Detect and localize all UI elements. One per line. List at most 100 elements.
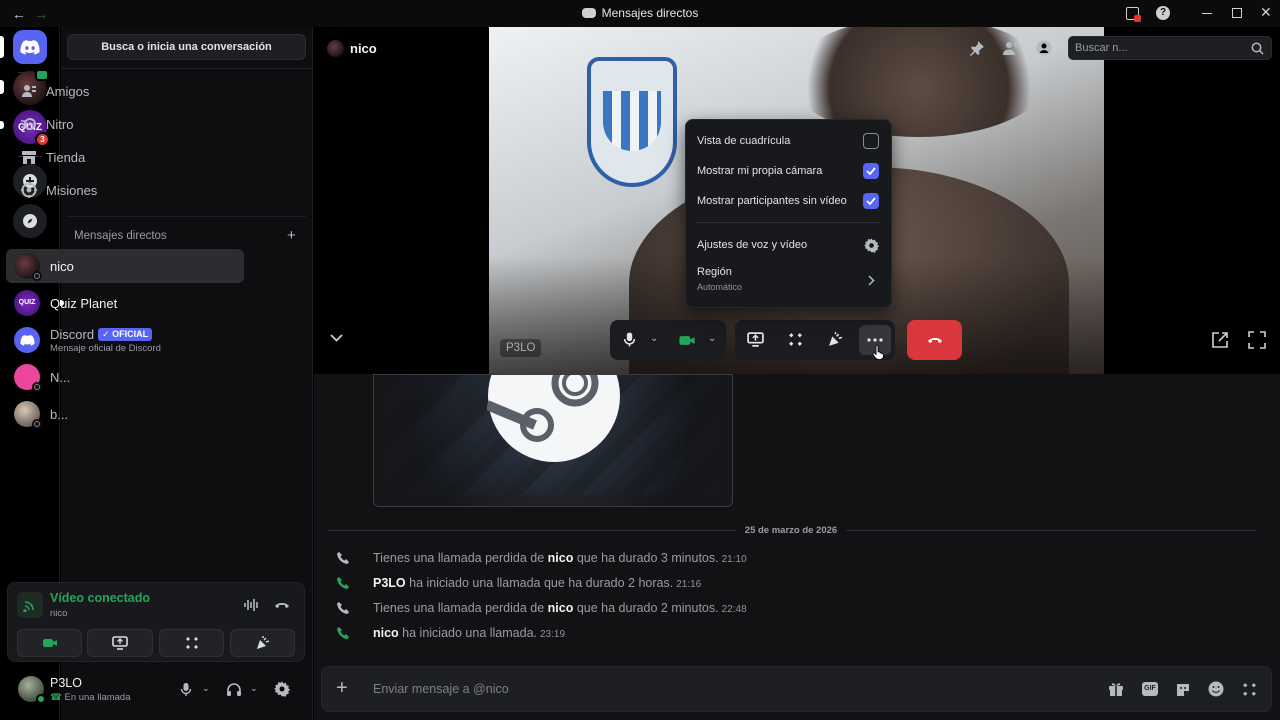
call-started-icon (336, 626, 350, 640)
call-screen-share-icon[interactable] (747, 332, 764, 347)
menu-item-region[interactable]: Región Automático (697, 266, 879, 296)
dm-item-quiz-planet[interactable]: QUIZ Quiz Planet (6, 286, 244, 320)
user-avatar[interactable] (18, 676, 46, 704)
call-log-message: Tienes una llamada perdida de nico que h… (373, 551, 747, 565)
user-mention[interactable]: nico (548, 551, 574, 565)
close-icon[interactable]: ✕ (1260, 4, 1272, 21)
end-call-button[interactable] (907, 320, 962, 360)
minimize-icon[interactable] (1202, 13, 1212, 14)
settings-gear-icon[interactable] (274, 681, 290, 697)
timestamp: 21:16 (676, 579, 702, 590)
date-divider-line-left (328, 530, 736, 531)
user-mention[interactable]: nico (548, 601, 574, 615)
nav-nitro[interactable]: Nitro (6, 108, 244, 140)
apps-icon[interactable] (1242, 682, 1257, 697)
dm-item-b[interactable]: b... (6, 397, 244, 431)
nav-friends[interactable]: Amigos (6, 75, 244, 107)
activities-button[interactable] (159, 629, 224, 657)
menu-separator (697, 222, 879, 223)
explore-button[interactable] (13, 204, 47, 238)
attach-plus-icon[interactable]: + (336, 677, 348, 700)
nav-shop[interactable]: Tienda (6, 141, 244, 173)
video-toggle-button[interactable] (17, 629, 82, 657)
camera-chevron-icon[interactable]: ⌄ (708, 333, 716, 344)
screen-share-icon (112, 636, 128, 650)
add-friend-icon[interactable] (1002, 40, 1019, 56)
date-divider-line-right (846, 530, 1256, 531)
user-mention[interactable]: nico (373, 626, 399, 640)
avatar (14, 364, 42, 392)
voice-channel[interactable]: nico (50, 608, 67, 619)
user-profile-icon[interactable] (1036, 40, 1052, 56)
embed-image[interactable] (373, 374, 733, 507)
emoji-icon[interactable] (1208, 681, 1224, 697)
disconnect-icon[interactable] (274, 600, 290, 610)
show-no-video-checkbox[interactable] (863, 193, 879, 209)
home-button[interactable] (13, 30, 47, 64)
call-log-message: Tienes una llamada perdida de nico que h… (373, 601, 747, 615)
quests-icon (21, 182, 37, 198)
menu-item-voice-settings[interactable]: Ajustes de voz y vídeo (697, 236, 879, 254)
call-header-avatar (327, 40, 344, 57)
friends-icon (22, 85, 36, 97)
nav-shop-label: Tienda (46, 149, 86, 165)
dm-item-nico[interactable]: nico (6, 249, 244, 283)
discord-small-icon (581, 8, 596, 18)
call-activities-icon[interactable] (788, 332, 803, 347)
unread-pill (0, 80, 4, 94)
menu-item-show-no-video[interactable]: Mostrar participantes sin vídeo (697, 192, 879, 210)
user-mention[interactable]: P3LO (373, 576, 406, 590)
nitro-icon (21, 118, 36, 130)
headphones-options-chevron-icon[interactable]: ⌄ (250, 683, 258, 694)
menu-item-grid-view[interactable]: Vista de cuadrícula (697, 132, 879, 150)
mic-options-chevron-icon[interactable]: ⌄ (202, 683, 210, 694)
soundboard-button[interactable] (230, 629, 295, 657)
call-camera-button[interactable] (673, 327, 701, 353)
nav-quests[interactable]: Misiones (6, 174, 244, 206)
show-camera-checkbox[interactable] (863, 163, 879, 179)
hang-up-icon (927, 338, 942, 343)
steam-logo-icon (487, 375, 620, 462)
search-conversation-button[interactable]: Busca o inicia una conversación (67, 34, 306, 60)
call-soundboard-icon[interactable] (827, 332, 844, 347)
grid-view-checkbox[interactable] (863, 133, 879, 149)
message-input[interactable]: + Enviar mensaje a @nico (321, 666, 1272, 712)
noise-suppression-icon[interactable] (244, 598, 260, 612)
unread-dot (0, 121, 4, 129)
timestamp: 22:48 (721, 604, 747, 615)
gif-icon[interactable]: GIF (1142, 682, 1158, 696)
menu-item-show-camera[interactable]: Mostrar mi propia cámara (697, 162, 879, 180)
official-badge: ✓ OFICIAL (98, 327, 153, 341)
signal-icon (17, 592, 43, 618)
search-input[interactable]: Buscar n... (1068, 36, 1272, 60)
camera-icon (42, 639, 57, 647)
sticker-icon[interactable] (1175, 682, 1191, 697)
dm-item-n[interactable]: N... (6, 360, 244, 394)
headphones-icon[interactable] (226, 682, 242, 697)
create-dm-plus-icon[interactable]: + (287, 227, 296, 244)
dm-item-discord[interactable]: Discord ✓ OFICIAL Mensaje oficial de Dis… (6, 323, 244, 357)
collapse-chevron-icon[interactable] (330, 333, 343, 342)
self-video-label: P3LO (500, 339, 542, 357)
dm-name: N... (50, 369, 71, 385)
call-header-name: nico (350, 41, 377, 56)
popout-icon[interactable] (1211, 331, 1229, 349)
chevron-right-icon (868, 275, 875, 286)
call-mic-icon[interactable] (623, 331, 636, 348)
shop-icon (22, 151, 36, 164)
dm-name: nico (50, 258, 74, 274)
maximize-icon[interactable] (1232, 8, 1242, 18)
hand-cursor-icon (872, 345, 884, 360)
screen-share-button[interactable] (87, 629, 153, 657)
inbox-icon[interactable] (1126, 7, 1141, 22)
fullscreen-icon[interactable] (1248, 331, 1266, 349)
date-divider: 25 de marzo de 2026 (744, 525, 838, 536)
nav-quests-label: Misiones (46, 182, 98, 198)
mic-chevron-icon[interactable]: ⌄ (650, 333, 658, 344)
search-icon (1251, 42, 1264, 55)
mic-icon[interactable] (180, 682, 192, 697)
help-icon[interactable]: ? (1156, 6, 1170, 20)
avatar (14, 327, 40, 353)
gift-icon[interactable] (1108, 682, 1124, 697)
pin-icon[interactable] (969, 40, 985, 56)
